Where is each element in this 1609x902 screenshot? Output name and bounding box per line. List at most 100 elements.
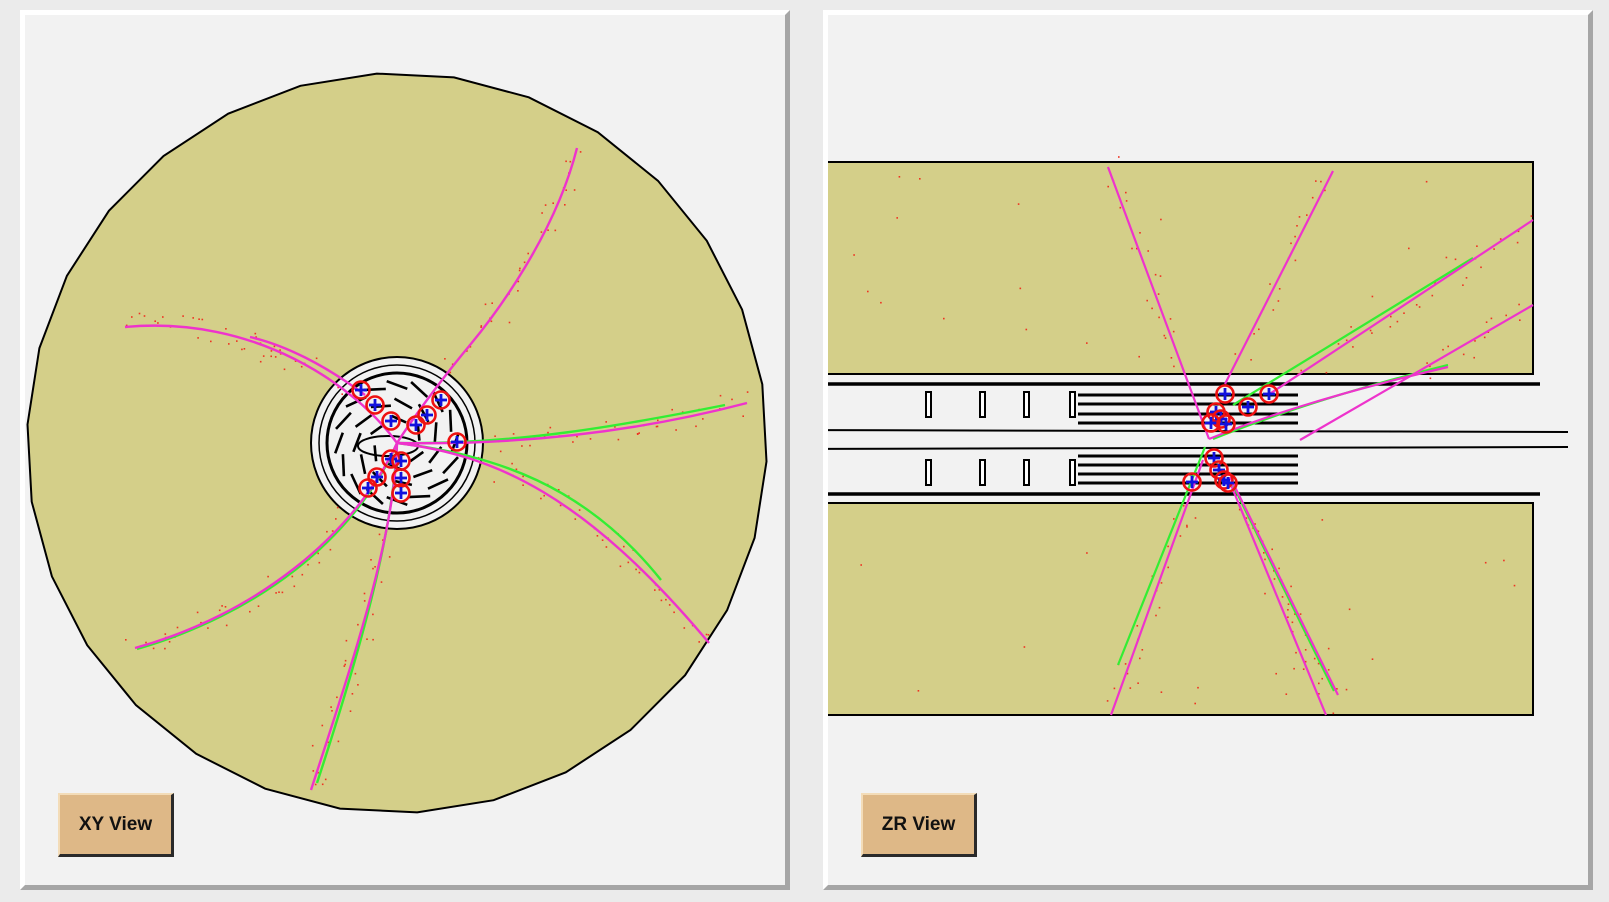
- hit: [1253, 333, 1255, 335]
- hit: [1313, 657, 1316, 660]
- hit: [1131, 247, 1133, 250]
- hit: [1147, 250, 1149, 252]
- disk-lower: [1069, 459, 1076, 486]
- hit: [143, 315, 146, 317]
- hit: [366, 638, 368, 640]
- zr-view-canvas[interactable]: [828, 15, 1588, 885]
- hit: [508, 321, 511, 324]
- hit: [1173, 518, 1175, 520]
- hit: [719, 394, 722, 397]
- vertex-cross-circle-icon: [417, 405, 437, 425]
- xy-view-canvas[interactable]: [25, 15, 785, 885]
- hit: [1157, 293, 1160, 295]
- hit: [1302, 668, 1305, 670]
- hit: [243, 348, 246, 350]
- hit: [675, 429, 677, 431]
- hit: [880, 301, 882, 304]
- disk-upper: [1069, 391, 1076, 418]
- hit: [444, 358, 446, 360]
- hit: [1530, 215, 1533, 217]
- hit: [224, 606, 227, 608]
- hit: [145, 641, 147, 644]
- hit: [511, 462, 513, 465]
- hit: [543, 494, 545, 497]
- hit: [657, 419, 659, 422]
- hit: [1287, 616, 1289, 618]
- hit: [1139, 657, 1141, 660]
- hit: [192, 317, 194, 319]
- hit: [589, 438, 592, 440]
- hit: [1447, 345, 1449, 348]
- hit: [349, 710, 352, 712]
- disk-upper: [1023, 391, 1030, 418]
- vertex-cross-circle-icon: [391, 451, 411, 471]
- vertex-markers: [1182, 384, 1279, 493]
- hit: [695, 425, 697, 428]
- hit: [318, 561, 321, 564]
- hit: [523, 261, 526, 264]
- hit: [314, 783, 317, 786]
- hit: [1264, 558, 1266, 561]
- hit: [1278, 567, 1280, 570]
- hit: [1155, 614, 1157, 617]
- hit: [176, 626, 179, 629]
- hit: [345, 639, 348, 642]
- hit: [164, 633, 167, 635]
- hit: [1182, 504, 1185, 507]
- hit: [515, 468, 518, 471]
- hit: [1315, 180, 1317, 182]
- hit: [1186, 526, 1188, 528]
- hit: [1154, 273, 1157, 276]
- hit: [312, 770, 315, 772]
- hit: [1169, 318, 1172, 320]
- hit: [225, 328, 227, 330]
- hit: [541, 212, 543, 214]
- hit: [1503, 559, 1505, 562]
- hit: [343, 665, 346, 667]
- zr-view-panel[interactable]: ZR View: [823, 10, 1593, 890]
- hit: [1025, 328, 1028, 331]
- xy-view-panel[interactable]: XY View: [20, 10, 790, 890]
- stave: [448, 409, 453, 432]
- hit: [228, 343, 230, 345]
- hit: [270, 350, 273, 352]
- hit: [336, 696, 338, 699]
- hit: [370, 559, 372, 561]
- hit: [1295, 651, 1297, 654]
- hit: [182, 315, 184, 317]
- hit: [1285, 693, 1288, 695]
- hit: [1327, 647, 1330, 650]
- hit: [579, 151, 582, 153]
- hit: [1281, 596, 1284, 598]
- hit: [565, 160, 567, 163]
- hit: [278, 591, 280, 593]
- vertex-cross-circle-icon: [431, 390, 451, 410]
- hit: [259, 360, 262, 363]
- hit: [552, 202, 554, 204]
- hit: [1321, 519, 1324, 521]
- xy-view-button[interactable]: XY View: [58, 793, 174, 857]
- hit: [357, 684, 359, 686]
- zr-view-button[interactable]: ZR View: [861, 793, 977, 857]
- hit: [1371, 295, 1374, 298]
- disk-lower: [1023, 459, 1030, 486]
- hit: [1278, 288, 1281, 290]
- hit: [698, 641, 700, 643]
- hit: [1167, 566, 1169, 569]
- hit: [671, 408, 673, 411]
- hit: [627, 561, 630, 564]
- vertex-cross-circle-icon: [391, 483, 411, 503]
- hit: [705, 633, 708, 636]
- hit: [1390, 315, 1392, 318]
- hit: [668, 604, 671, 606]
- hit: [527, 252, 529, 255]
- hit: [480, 325, 483, 327]
- hit: [1269, 283, 1271, 285]
- hit: [656, 425, 659, 428]
- hit: [1445, 256, 1448, 259]
- hit: [1160, 582, 1163, 584]
- hit: [1321, 677, 1323, 680]
- hit: [1119, 206, 1122, 209]
- hit: [1086, 552, 1088, 554]
- hit: [578, 509, 581, 511]
